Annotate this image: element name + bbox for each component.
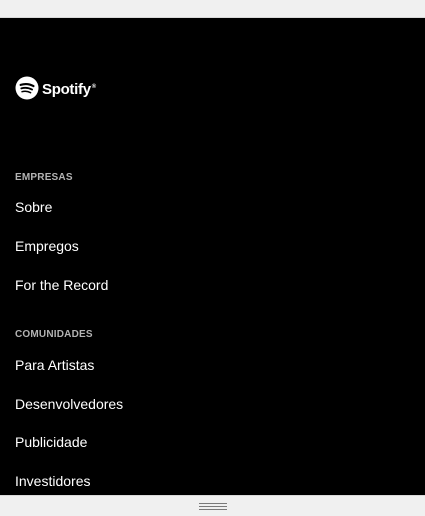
bottom-panel-bar — [0, 495, 425, 516]
footer-link-publicidade[interactable]: Publicidade — [15, 433, 87, 451]
site-footer: Spotify® EMPRESAS Sobre Empregos For the… — [0, 18, 425, 495]
footer-link-desenvolvedores[interactable]: Desenvolvedores — [15, 395, 123, 413]
section-title-comunidades: COMUNIDADES — [15, 329, 93, 340]
section-title-empresas: EMPRESAS — [15, 172, 73, 183]
footer-link-empregos[interactable]: Empregos — [15, 237, 79, 255]
footer-link-investidores[interactable]: Investidores — [15, 472, 90, 490]
spotify-wordmark: Spotify® — [42, 80, 96, 98]
spotify-logo-icon — [15, 76, 39, 100]
registered-mark: ® — [91, 83, 96, 90]
footer-link-sobre[interactable]: Sobre — [15, 198, 52, 216]
top-browser-strip — [0, 0, 425, 18]
footer-link-for-the-record[interactable]: For the Record — [15, 276, 108, 294]
footer-link-para-artistas[interactable]: Para Artistas — [15, 356, 94, 374]
drag-handle-icon[interactable] — [199, 503, 227, 510]
spotify-logo-link[interactable]: Spotify® — [15, 76, 96, 100]
